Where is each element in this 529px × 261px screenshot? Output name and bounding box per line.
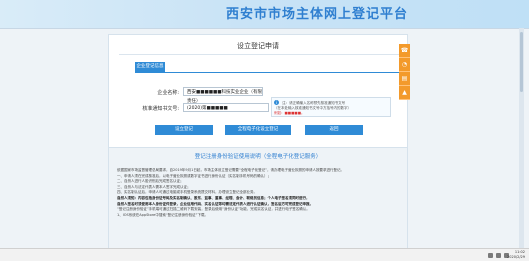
notice-body: 依据国家市场监督管理总局要求，自2019年9月1日起，市场主体设立登记需要“全程…	[117, 168, 401, 252]
document-icon: ▤	[401, 75, 408, 82]
info-icon: i	[274, 100, 279, 105]
phone-icon: ☎	[400, 47, 409, 54]
clock[interactable]: 11:02 2020/2/29	[507, 250, 525, 260]
qq-icon: ◔	[401, 61, 408, 68]
setup-registration-button[interactable]: 设立登记	[155, 125, 213, 135]
back-to-top-button[interactable]: ▲	[399, 86, 410, 100]
company-name-label: 企业名称:	[157, 90, 179, 96]
notice-number-field[interactable]: (2020)第■■■■■	[183, 103, 269, 112]
hint-example: 例如：■■■■■。	[274, 111, 305, 115]
notice-section: 登记注册身份验证使用说明（全程电子化登记服务） 依据国家市场监督管理总局要求，自…	[109, 147, 407, 254]
qq-button[interactable]: ◔	[399, 58, 410, 72]
system-tray	[488, 249, 509, 261]
network-icon[interactable]	[488, 252, 493, 258]
header-banner: 西安市市场主体网上登记平台	[0, 0, 529, 29]
card-title: 设立登记申请	[237, 42, 279, 50]
taskbar: 11:02 2020/2/29	[0, 248, 529, 261]
divider	[119, 54, 399, 55]
site-title: 西安市市场主体网上登记平台	[226, 7, 409, 22]
clock-date: 2020/2/29	[507, 255, 525, 259]
notice-title: 登记注册身份验证使用说明（全程电子化登记服务）	[194, 154, 322, 160]
notice-number-label: 核准通知书文号:	[142, 106, 179, 112]
scrollbar-thumb[interactable]	[520, 32, 523, 92]
arrow-up-icon: ▲	[402, 89, 407, 96]
notice-line: 1、IOS系统在AppStore中搜索“登记注册身份验证”下载。	[117, 212, 208, 217]
side-toolbar: ☎ ◔ ▤ ▲	[399, 44, 410, 100]
phone-button[interactable]: ☎	[399, 44, 410, 58]
registration-card: 设立登记申请 企业登记信息 企业名称: 西安■■■■■■科技实业企业（有限责任）…	[108, 34, 408, 254]
hint-box: i 注：请正确输入名称预先核准通知书文号 （在本处输入核准通知书文号中方括号内的…	[271, 97, 391, 117]
document-button[interactable]: ▤	[399, 72, 410, 86]
volume-icon[interactable]	[496, 252, 501, 258]
tab-strip: 企业登记信息	[135, 62, 401, 73]
hint-line-2: （在本处输入核准通知书文号中方括号内的数字）	[274, 106, 351, 110]
tab-company-info[interactable]: 企业登记信息	[135, 62, 165, 72]
e-registration-button[interactable]: 全程电子化设立登记	[225, 125, 291, 135]
back-button[interactable]: 返回	[305, 125, 363, 135]
hint-line-1: 注：请正确输入名称预先核准通知书文号	[282, 101, 346, 105]
company-name-field[interactable]: 西安■■■■■■科技实业企业（有限责任）	[183, 87, 263, 104]
page-scrollbar[interactable]	[519, 28, 524, 248]
